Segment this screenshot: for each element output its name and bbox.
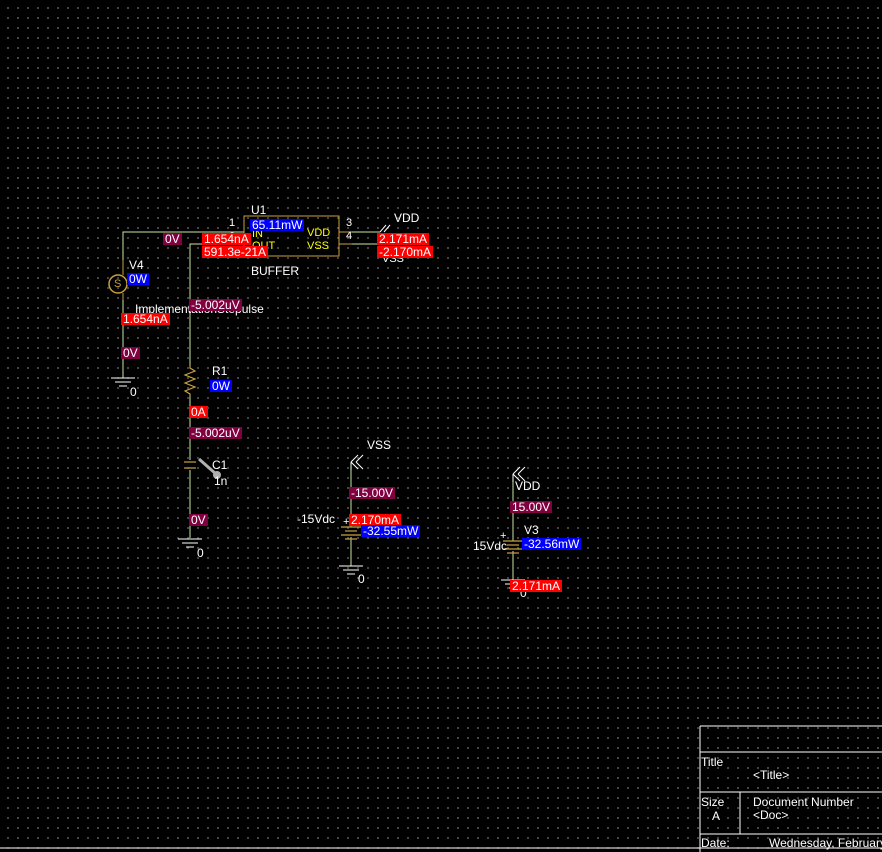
v3-plus: +: [500, 530, 507, 542]
voltage-tag[interactable]: -5.002uV: [189, 427, 242, 439]
date-label: Date:: [701, 836, 730, 850]
power-tag[interactable]: -32.55mW: [361, 525, 421, 537]
ground-label: 0: [358, 572, 365, 586]
doc-number-label: Document Number: [753, 795, 854, 809]
power-tag[interactable]: 0W: [127, 273, 149, 285]
title-label: Title: [701, 755, 724, 769]
date-value: Wednesday, February: [769, 836, 882, 850]
voltage-tag[interactable]: -5.002uV: [189, 299, 242, 311]
c1-symbol: [184, 461, 196, 469]
voltage-tag[interactable]: 0V: [189, 514, 208, 526]
v3-ref: V3: [524, 523, 539, 537]
power-tag[interactable]: 0W: [210, 380, 232, 392]
v4-ref: V4: [129, 258, 144, 272]
r1-ref: R1: [212, 364, 228, 378]
offpage-connector-symbol: [350, 454, 364, 470]
title-block-frame: [699, 725, 882, 852]
vss-offpage-label: VSS: [367, 438, 392, 452]
current-tag[interactable]: 0A: [189, 406, 208, 418]
voltage-tag[interactable]: 0V: [163, 233, 182, 245]
offpage-connector-symbol: [379, 224, 391, 233]
size-label: Size: [701, 795, 725, 809]
ground-label: 0: [130, 385, 137, 399]
doc-number-value[interactable]: <Doc>: [753, 808, 788, 822]
current-tag[interactable]: 1.654nA: [121, 313, 170, 325]
c1-ref: C1: [212, 458, 228, 472]
schematic-canvas[interactable]: U1 1 2 3 4 IN OUT VDD VSS BUFFER VDD VSS…: [0, 0, 882, 852]
title-value[interactable]: <Title>: [753, 768, 789, 782]
size-value[interactable]: A: [712, 809, 720, 823]
ground-label: 0: [197, 546, 204, 560]
u1-pin4: 4: [346, 230, 353, 242]
power-tag[interactable]: 65.11mW: [250, 219, 305, 231]
vdd-offpage-label: VDD: [394, 211, 420, 225]
current-tag[interactable]: 591.3e-21A: [202, 246, 269, 258]
u1-pin1: 1: [229, 217, 236, 229]
c1-value: 1n: [214, 474, 228, 488]
current-tag[interactable]: 1.654nA: [202, 233, 251, 245]
vdd-offpage-label: VDD: [515, 479, 541, 493]
u1-pin3: 3: [346, 217, 353, 229]
u1-vss-pin-label: VSS: [307, 240, 330, 252]
u1-vdd-pin-label: VDD: [307, 227, 331, 239]
voltage-tag[interactable]: -15.00V: [349, 487, 396, 499]
voltage-tag[interactable]: 0V: [121, 347, 140, 359]
u1-ref: U1: [251, 203, 267, 217]
schematic-wires: [0, 215, 882, 852]
v4-source-glyph: S: [114, 278, 122, 290]
current-tag[interactable]: 2.171mA: [510, 580, 563, 592]
current-tag[interactable]: -2.170mA: [377, 246, 434, 258]
voltage-tag[interactable]: 15.00V: [510, 501, 553, 513]
current-tag[interactable]: 2.171mA: [377, 233, 430, 245]
v2-value: -15Vdc: [297, 512, 336, 526]
power-tag[interactable]: -32.56mW: [522, 538, 582, 550]
u1-name: BUFFER: [251, 264, 299, 278]
r1-symbol: [183, 365, 197, 396]
